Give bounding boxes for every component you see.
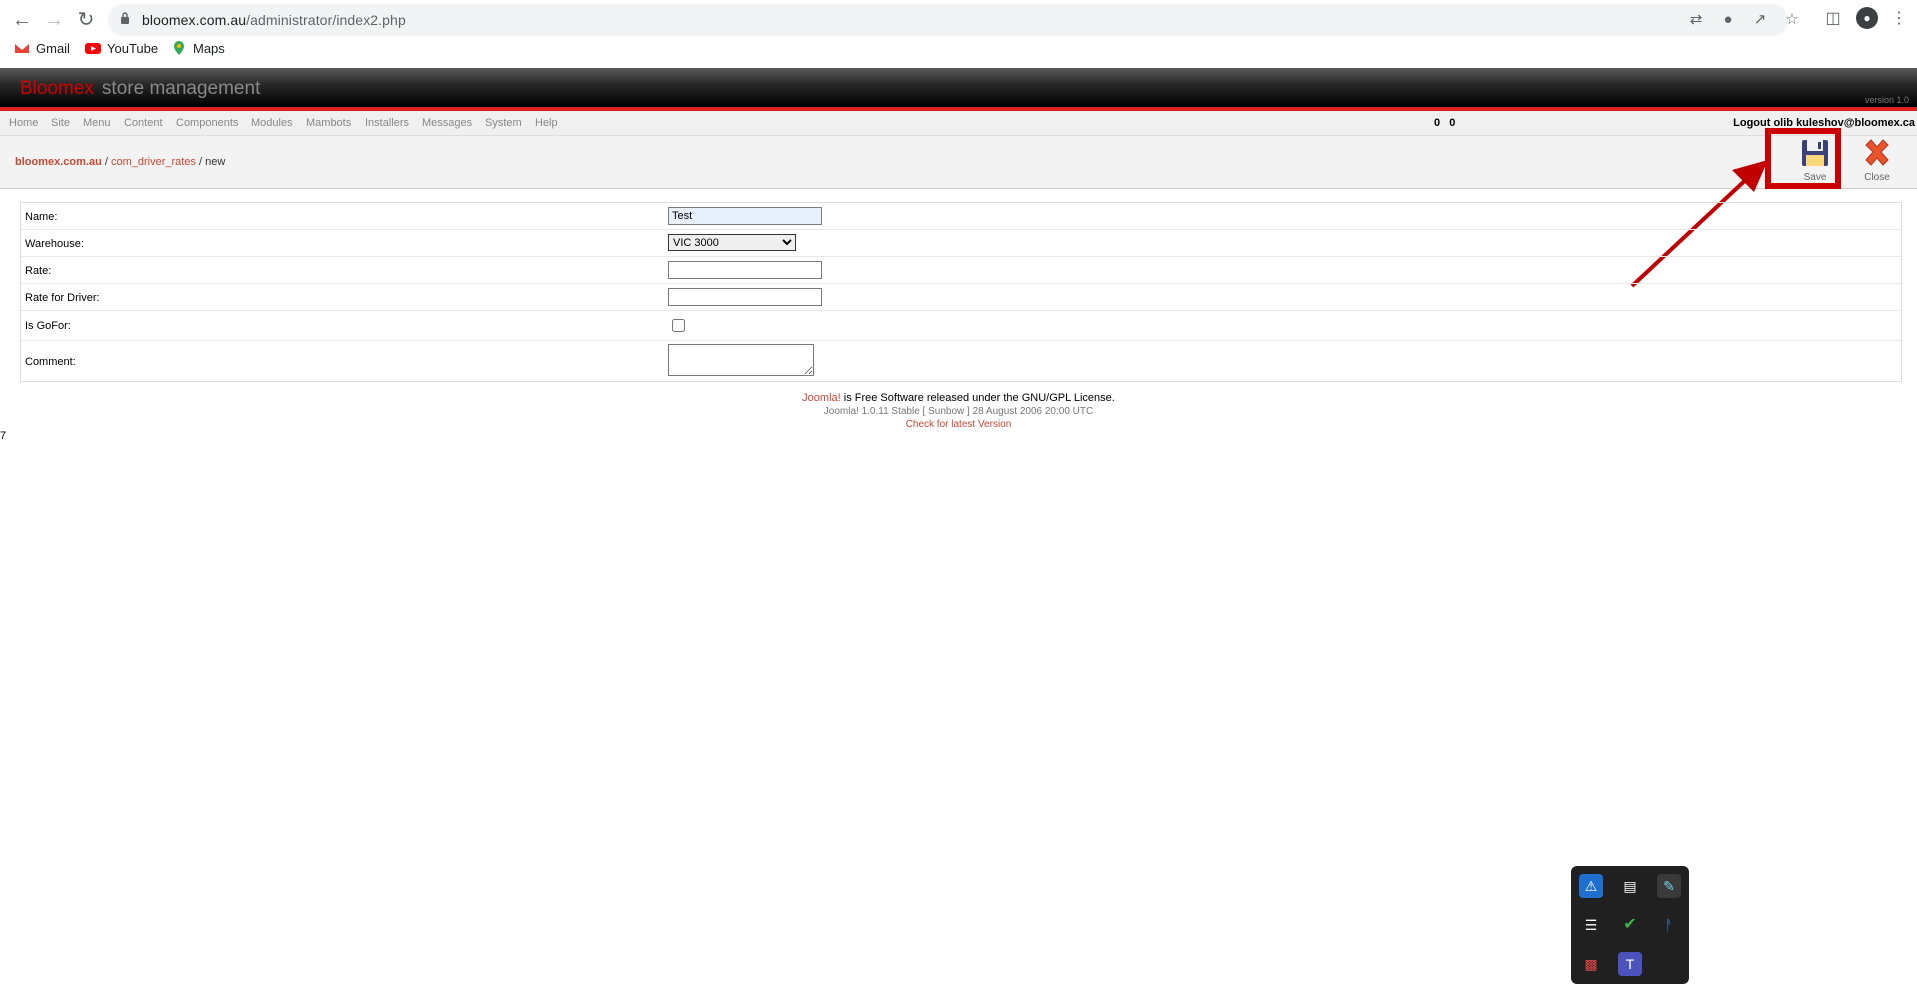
- form-row-warehouse: Warehouse: VIC 3000: [21, 230, 1901, 257]
- browser-chrome: ← → ↻ bloomex.com.au/administrator/index…: [0, 0, 1917, 68]
- close-x-icon: [1865, 139, 1889, 166]
- gofor-checkbox[interactable]: [672, 319, 685, 332]
- rate-driver-label: Rate for Driver:: [25, 292, 100, 304]
- maps-icon: [174, 41, 184, 55]
- comment-textarea[interactable]: [668, 344, 814, 376]
- kebab-menu-icon[interactable]: ⋮: [1888, 8, 1910, 30]
- mcafee-icon[interactable]: ▩: [1579, 952, 1603, 976]
- form-row-name: Name:: [21, 203, 1901, 230]
- admin-menu-bar: Home Site Menu Content Components Module…: [0, 111, 1917, 136]
- menu-menu[interactable]: Menu: [83, 117, 111, 129]
- lock-icon: [121, 12, 129, 24]
- name-input[interactable]: [668, 207, 822, 225]
- bookmark-gmail[interactable]: Gmail: [14, 40, 70, 58]
- rate-driver-input[interactable]: [668, 288, 822, 306]
- forward-icon[interactable]: →: [42, 8, 66, 32]
- media-control-icon[interactable]: ☰: [1579, 913, 1603, 937]
- menu-components[interactable]: Components: [176, 117, 238, 129]
- share-icon[interactable]: ↗: [1750, 10, 1770, 30]
- teams-icon[interactable]: T: [1618, 952, 1642, 976]
- page-footer: Joomla! is Free Software released under …: [0, 392, 1917, 430]
- side-panel-icon[interactable]: ◫: [1822, 8, 1844, 30]
- warehouse-select[interactable]: VIC 3000: [668, 234, 796, 251]
- menu-system[interactable]: System: [485, 117, 522, 129]
- form-row-rate: Rate:: [21, 257, 1901, 284]
- form-row-gofor: Is GoFor:: [21, 311, 1901, 341]
- menu-mambots[interactable]: Mambots: [306, 117, 351, 129]
- translate-icon[interactable]: ⇄: [1686, 10, 1706, 30]
- gmail-icon: [14, 42, 30, 53]
- rate-label: Rate:: [25, 265, 52, 277]
- bookmarks-bar: Gmail YouTube Maps: [0, 38, 1917, 60]
- comment-label: Comment:: [25, 356, 76, 368]
- driver-rate-form: Name: Warehouse: VIC 3000 Rate: Rate for…: [20, 202, 1902, 382]
- close-button[interactable]: Close: [1851, 137, 1903, 187]
- menu-site[interactable]: Site: [51, 117, 70, 129]
- menu-messages[interactable]: Messages: [422, 117, 472, 129]
- form-row-comment: Comment:: [21, 341, 1901, 381]
- form-row-rate-driver: Rate for Driver:: [21, 284, 1901, 311]
- rate-input[interactable]: [668, 261, 822, 279]
- gofor-label: Is GoFor:: [25, 320, 71, 332]
- bluetooth-icon[interactable]: ᚨ: [1657, 913, 1681, 937]
- menu-installers[interactable]: Installers: [365, 117, 409, 129]
- network-display-icon[interactable]: ▤: [1618, 874, 1642, 898]
- warehouse-label: Warehouse:: [25, 238, 84, 250]
- joomla-version: Joomla! 1.0.11 Stable [ Sunbow ] 28 Augu…: [823, 406, 1094, 417]
- menu-help[interactable]: Help: [535, 117, 558, 129]
- breadcrumb-component[interactable]: com_driver_rates: [111, 156, 196, 168]
- breadcrumb-current: new: [205, 156, 226, 168]
- bookmark-youtube[interactable]: YouTube: [85, 40, 158, 58]
- menu-home[interactable]: Home: [9, 117, 38, 129]
- address-bar[interactable]: bloomex.com.au/administrator/index2.php …: [108, 4, 1799, 36]
- snip-tool-icon[interactable]: ✎: [1657, 874, 1681, 898]
- url-text: bloomex.com.au/administrator/index2.php: [142, 12, 406, 28]
- reload-icon[interactable]: ↻: [74, 8, 98, 32]
- youtube-icon: [85, 43, 101, 54]
- check-version-link[interactable]: Check for latest Version: [0, 419, 1917, 430]
- breadcrumb: bloomex.com.au / com_driver_rates / new: [15, 156, 226, 168]
- profile-avatar[interactable]: ●: [1856, 7, 1878, 29]
- name-label: Name:: [25, 211, 58, 223]
- menu-content[interactable]: Content: [124, 117, 163, 129]
- version-tag: version 1.0: [1864, 95, 1909, 105]
- location-icon[interactable]: ●: [1718, 10, 1738, 30]
- brand-logo: Bloomex store management: [20, 78, 261, 99]
- message-counts: 0 0: [1434, 117, 1456, 129]
- admin-header: Bloomex store management version 1.0: [0, 68, 1917, 111]
- joomla-link[interactable]: Joomla!: [802, 392, 841, 404]
- star-icon[interactable]: ☆: [1782, 10, 1802, 30]
- breadcrumb-site[interactable]: bloomex.com.au: [15, 156, 102, 168]
- stray-number: 7: [0, 430, 7, 442]
- security-check-icon[interactable]: ✔: [1618, 913, 1642, 937]
- defender-warning-icon[interactable]: ⚠: [1579, 874, 1603, 898]
- back-icon[interactable]: ←: [10, 8, 34, 32]
- system-tray-popup: ⚠ ▤ ✎ ☰ ✔ ᚨ ▩ T: [1571, 866, 1689, 984]
- bookmark-maps[interactable]: Maps: [171, 40, 225, 58]
- menu-modules[interactable]: Modules: [251, 117, 293, 129]
